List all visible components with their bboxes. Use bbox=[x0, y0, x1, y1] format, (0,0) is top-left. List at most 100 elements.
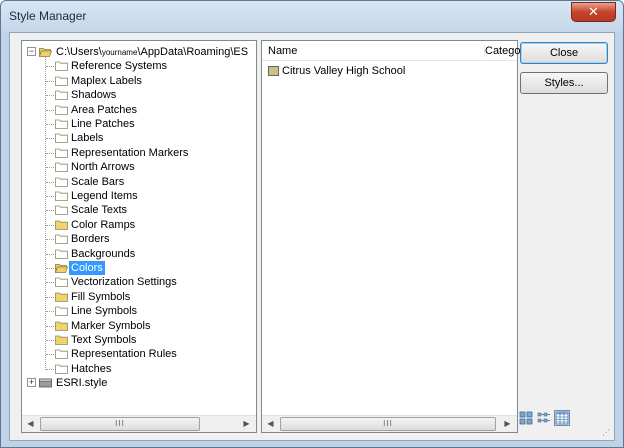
tree-item[interactable]: Marker Symbols bbox=[25, 319, 225, 333]
folder-empty-icon bbox=[55, 76, 68, 86]
tree-item[interactable]: Shadows bbox=[25, 88, 225, 102]
folder-filled-icon bbox=[55, 292, 68, 302]
tree-item-label: Reference Systems bbox=[71, 60, 167, 73]
tree-branch-line bbox=[46, 268, 54, 269]
folder-filled-icon bbox=[55, 220, 68, 230]
tree-branch-line bbox=[46, 340, 54, 341]
tree-item-label: Scale Texts bbox=[71, 204, 128, 217]
folder-empty-icon bbox=[55, 61, 68, 72]
tree-item[interactable]: Colors bbox=[25, 261, 225, 275]
tree-branch-line bbox=[46, 296, 54, 298]
scroll-right-arrow-icon[interactable]: ▶ bbox=[238, 416, 255, 432]
tree-item[interactable]: Representation Rules bbox=[25, 347, 225, 361]
tree-item[interactable]: Vectorization Settings bbox=[25, 275, 225, 289]
large-icons-view-icon[interactable] bbox=[518, 410, 534, 426]
scroll-thumb[interactable]: III bbox=[40, 417, 200, 431]
tree-item[interactable]: Area Patches bbox=[25, 103, 225, 117]
folder-filled-icon bbox=[55, 335, 68, 345]
tree-branch-line bbox=[46, 138, 54, 140]
tree-item-label: Representation Markers bbox=[71, 146, 189, 159]
tree-item-label: Fill Symbols bbox=[71, 290, 131, 303]
window-close-button[interactable]: ✕ bbox=[571, 2, 616, 22]
tree-branch-line bbox=[46, 181, 54, 183]
folder-open-icon bbox=[55, 263, 68, 273]
tree-item[interactable]: Maplex Labels bbox=[25, 74, 225, 88]
tree-branch-line bbox=[46, 109, 54, 111]
folder-empty-icon bbox=[55, 177, 68, 187]
scroll-left-arrow-icon[interactable]: ◀ bbox=[262, 416, 279, 432]
tree-item[interactable]: Hatches bbox=[25, 362, 225, 376]
tree-item-label: Maplex Labels bbox=[71, 74, 142, 87]
path-suffix: \AppData\Roaming\ES bbox=[137, 46, 249, 58]
tree-branch-line bbox=[46, 311, 54, 313]
scroll-right-arrow-icon[interactable]: ▶ bbox=[499, 416, 516, 432]
tree-branch-line bbox=[46, 224, 54, 226]
style-items-list[interactable]: Name Catego Citrus Valley High School ◀ … bbox=[261, 40, 520, 433]
folder-empty-icon bbox=[55, 148, 68, 158]
tree-item-label: Area Patches bbox=[71, 103, 138, 116]
scroll-thumb[interactable]: III bbox=[280, 417, 496, 431]
tree-item[interactable]: Fill Symbols bbox=[25, 290, 225, 304]
style-tree[interactable]: − C:\Users\yourname\AppData\Roaming\ES Ref… bbox=[21, 40, 257, 433]
title-bar[interactable]: Style Manager ✕ bbox=[1, 1, 623, 32]
column-header-category[interactable]: Catego bbox=[484, 45, 520, 57]
tree-item-label: ESRI.style bbox=[56, 377, 108, 390]
tree-branch-line bbox=[46, 167, 54, 169]
expand-icon[interactable]: + bbox=[27, 378, 36, 388]
tree-root-esri-style[interactable]: + ESRI.style bbox=[25, 376, 225, 390]
tree-item-label: Labels bbox=[71, 132, 104, 145]
tree-branch-line bbox=[46, 210, 54, 212]
tree-branch-line bbox=[46, 325, 54, 327]
tree-item[interactable]: Borders bbox=[25, 232, 225, 246]
tree-branch-line bbox=[46, 66, 54, 68]
folder-empty-icon bbox=[55, 205, 68, 216]
tree-item[interactable]: Reference Systems bbox=[25, 59, 225, 73]
tree-item[interactable]: Backgrounds bbox=[25, 247, 225, 261]
scroll-left-arrow-icon[interactable]: ◀ bbox=[22, 416, 39, 432]
folder-empty-icon bbox=[55, 119, 68, 129]
tree-branch-line bbox=[46, 282, 54, 284]
style-manager-window: Style Manager ✕ − C:\Users\yourname\AppDa… bbox=[0, 0, 624, 448]
tree-item[interactable]: Representation Markers bbox=[25, 146, 225, 160]
folder-open-icon bbox=[39, 47, 52, 57]
tree-item[interactable]: Labels bbox=[25, 131, 225, 145]
tree-item[interactable]: Legend Items bbox=[25, 189, 225, 203]
tree-item[interactable]: Line Symbols bbox=[25, 304, 225, 318]
style-file-icon bbox=[39, 378, 52, 388]
list-column-header: Name Catego bbox=[262, 41, 520, 61]
tree-item-label: Colors bbox=[69, 261, 105, 275]
folder-empty-icon bbox=[55, 234, 68, 245]
tree-root-folder[interactable]: − C:\Users\yourname\AppData\Roaming\ES bbox=[25, 45, 257, 59]
tree-item[interactable]: Scale Bars bbox=[25, 175, 225, 189]
collapse-icon[interactable]: − bbox=[27, 47, 36, 56]
details-view-icon[interactable] bbox=[554, 410, 570, 426]
tree-item-label: Line Symbols bbox=[71, 305, 138, 318]
styles-button[interactable]: Styles... bbox=[520, 72, 608, 94]
tree-item[interactable]: North Arrows bbox=[25, 160, 225, 174]
tree-item-label: Representation Rules bbox=[71, 348, 177, 361]
tree-item-label: Color Ramps bbox=[71, 218, 136, 231]
tree-branch-line bbox=[46, 80, 54, 82]
tree-branch-line bbox=[46, 253, 54, 255]
tree-item-label: Line Patches bbox=[71, 118, 135, 130]
list-horizontal-scrollbar[interactable]: ◀ III ▶ bbox=[262, 415, 517, 432]
column-header-name[interactable]: Name bbox=[268, 45, 297, 57]
close-icon: ✕ bbox=[588, 4, 599, 19]
tree-item[interactable]: Scale Texts bbox=[25, 203, 225, 217]
tree-item[interactable]: Text Symbols bbox=[25, 333, 225, 347]
tree-item-label: Legend Items bbox=[71, 190, 138, 202]
resize-grip-icon[interactable]: ⋰ bbox=[602, 428, 612, 438]
tree-branch-line bbox=[46, 95, 54, 97]
tree-horizontal-scrollbar[interactable]: ◀ III ▶ bbox=[22, 415, 256, 432]
tree-branch-line bbox=[46, 354, 54, 356]
color-swatch-icon bbox=[268, 66, 279, 76]
tree-item[interactable]: Color Ramps bbox=[25, 218, 225, 232]
list-view-icon[interactable] bbox=[536, 410, 552, 426]
tree-item-label: Shadows bbox=[71, 89, 117, 102]
tree-item[interactable]: Line Patches bbox=[25, 117, 225, 131]
path-prefix: C:\Users\ bbox=[56, 46, 102, 58]
folder-empty-icon bbox=[55, 90, 68, 101]
tree-branch-line bbox=[46, 196, 54, 197]
folder-empty-icon bbox=[55, 133, 68, 144]
close-button[interactable]: Close bbox=[520, 42, 608, 64]
